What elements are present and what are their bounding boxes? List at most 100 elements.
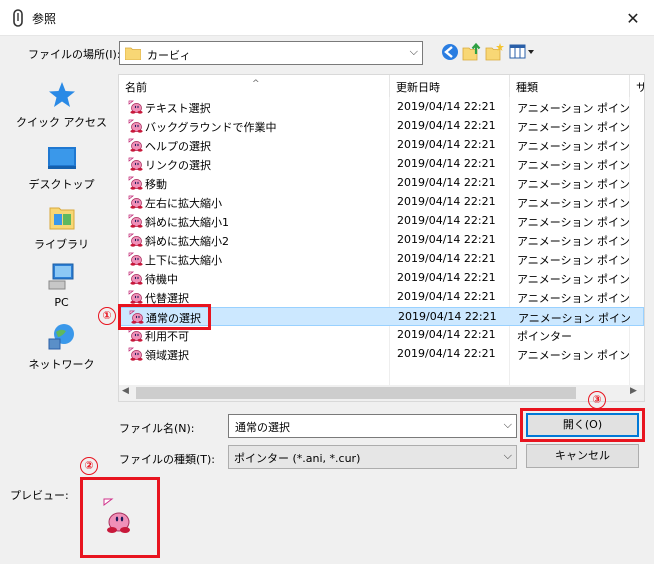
file-row[interactable]: 斜めに拡大縮小1 2019/04/14 22:21 アニメーション ポイン... (119, 212, 644, 231)
sort-ascending-icon: ^ (252, 79, 260, 89)
file-type: アニメーション ポイン... (517, 140, 629, 153)
file-name: 上下に拡大縮小 (145, 254, 222, 267)
file-name: 利用不可 (145, 330, 189, 343)
kirby-cursor-icon (128, 252, 143, 266)
desktop-icon (47, 147, 76, 169)
file-date: 2019/04/14 22:21 (397, 138, 496, 151)
column-header-date[interactable]: 更新日時 (390, 75, 510, 97)
column-date-label: 更新日時 (396, 81, 440, 94)
file-type: アニメーション ポイン... (517, 102, 629, 115)
place-network[interactable]: ネットワーク (9, 322, 114, 382)
file-date: 2019/04/14 22:21 (397, 157, 496, 170)
place-label: ライブラリ (34, 238, 89, 251)
up-folder-icon[interactable] (462, 42, 482, 62)
file-date: 2019/04/14 22:21 (397, 100, 496, 113)
back-icon[interactable] (440, 42, 460, 62)
file-type: ポインター (517, 330, 572, 343)
filename-value: 通常の選択 (235, 421, 290, 434)
file-name: バックグラウンドで作業中 (145, 121, 277, 134)
annotation-number-2: ② (80, 457, 98, 475)
file-date: 2019/04/14 22:21 (397, 271, 496, 284)
file-name: 待機中 (145, 273, 178, 286)
kirby-cursor-icon (128, 138, 143, 152)
file-type: アニメーション ポイン... (518, 312, 630, 325)
column-type-label: 種類 (516, 81, 538, 94)
close-button[interactable]: ✕ (616, 4, 650, 32)
file-row[interactable]: 移動 2019/04/14 22:21 アニメーション ポイン... (119, 174, 644, 193)
file-row[interactable]: 左右に拡大縮小 2019/04/14 22:21 アニメーション ポイン... (119, 193, 644, 212)
filename-input[interactable]: 通常の選択 ⌵ (228, 414, 517, 438)
file-date: 2019/04/14 22:21 (397, 233, 496, 246)
place-quick-access[interactable]: クイック アクセス (9, 80, 114, 140)
file-name: 移動 (145, 178, 167, 191)
scroll-right-icon[interactable]: ▶ (630, 386, 637, 396)
library-icon (49, 207, 74, 230)
column-header-name[interactable]: 名前 ^ (119, 75, 390, 97)
column-header-size[interactable]: サ (630, 75, 644, 97)
file-row[interactable]: 斜めに拡大縮小2 2019/04/14 22:21 アニメーション ポイン... (119, 231, 644, 250)
view-menu-icon[interactable] (509, 42, 535, 62)
file-row[interactable]: バックグラウンドで作業中 2019/04/14 22:21 アニメーション ポイン.… (119, 117, 644, 136)
file-type: アニメーション ポイン... (517, 197, 629, 210)
chevron-down-icon: ⌵ (409, 45, 418, 58)
network-icon (48, 324, 74, 350)
file-type: アニメーション ポイン... (517, 159, 629, 172)
file-type: アニメーション ポイン... (517, 273, 629, 286)
preview-label: プレビュー: (10, 489, 69, 502)
kirby-cursor-icon (128, 214, 143, 228)
file-date: 2019/04/14 22:21 (397, 328, 496, 341)
title-bar: 参照 ✕ (0, 0, 654, 36)
close-icon: ✕ (626, 8, 640, 28)
place-library[interactable]: ライブラリ (9, 202, 114, 262)
annotation-box-3 (520, 408, 645, 442)
file-list[interactable]: 名前 ^ 更新日時 種類 サ テキスト選択 2019/04/14 22:21 アニメ… (118, 74, 645, 402)
filename-label: ファイル名(N): (119, 422, 195, 435)
annotation-box-1 (118, 304, 211, 330)
file-row[interactable]: ヘルプの選択 2019/04/14 22:21 アニメーション ポイン... (119, 136, 644, 155)
scrollbar-thumb[interactable] (136, 387, 576, 399)
annotation-number-3: ③ (588, 391, 606, 409)
file-type: アニメーション ポイン... (517, 235, 629, 248)
horizontal-scrollbar[interactable]: ◀ ▶ (119, 385, 644, 401)
file-row[interactable]: 領域選択 2019/04/14 22:21 アニメーション ポイン... (119, 345, 644, 364)
file-row[interactable]: リンクの選択 2019/04/14 22:21 アニメーション ポイン... (119, 155, 644, 174)
file-name: 左右に拡大縮小 (145, 197, 222, 210)
file-row[interactable]: 上下に拡大縮小 2019/04/14 22:21 アニメーション ポイン... (119, 250, 644, 269)
place-label: クイック アクセス (16, 116, 107, 129)
file-name: ヘルプの選択 (145, 140, 211, 153)
scroll-left-icon[interactable]: ◀ (122, 386, 129, 396)
kirby-cursor-icon (128, 119, 143, 133)
kirby-cursor-icon (128, 176, 143, 190)
place-desktop[interactable]: デスクトップ (9, 142, 114, 202)
annotation-number-1: ① (98, 307, 116, 325)
kirby-cursor-icon (128, 233, 143, 247)
chevron-down-icon: ⌵ (503, 449, 512, 462)
file-type: アニメーション ポイン... (517, 349, 629, 362)
file-name: 領域選択 (145, 349, 189, 362)
quick-access-star-icon (48, 82, 75, 107)
file-row[interactable]: 待機中 2019/04/14 22:21 アニメーション ポイン... (119, 269, 644, 288)
lookin-value: カービィ (147, 49, 191, 62)
column-header-type[interactable]: 種類 (510, 75, 630, 97)
file-date: 2019/04/14 22:21 (397, 195, 496, 208)
new-folder-icon[interactable] (485, 42, 505, 62)
file-date: 2019/04/14 22:21 (397, 290, 496, 303)
kirby-cursor-icon (128, 195, 143, 209)
cancel-button[interactable]: キャンセル (526, 444, 639, 468)
annotation-box-2 (80, 477, 160, 558)
file-name: テキスト選択 (145, 102, 211, 115)
filetype-label: ファイルの種類(T): (119, 453, 216, 466)
column-size-label: サ (636, 81, 644, 94)
filetype-select[interactable]: ポインター (*.ani, *.cur) ⌵ (228, 445, 517, 469)
column-name-label: 名前 (125, 81, 147, 94)
kirby-cursor-icon (128, 271, 143, 285)
lookin-dropdown[interactable]: カービィ ⌵ (119, 41, 423, 65)
file-name: リンクの選択 (145, 159, 211, 172)
kirby-cursor-icon (128, 290, 143, 304)
chevron-down-icon: ⌵ (503, 418, 512, 431)
file-date: 2019/04/14 22:21 (398, 310, 497, 323)
file-type: アニメーション ポイン... (517, 216, 629, 229)
kirby-cursor-icon (128, 347, 143, 361)
file-row[interactable]: テキスト選択 2019/04/14 22:21 アニメーション ポイン... (119, 98, 644, 117)
file-type: アニメーション ポイン... (517, 254, 629, 267)
